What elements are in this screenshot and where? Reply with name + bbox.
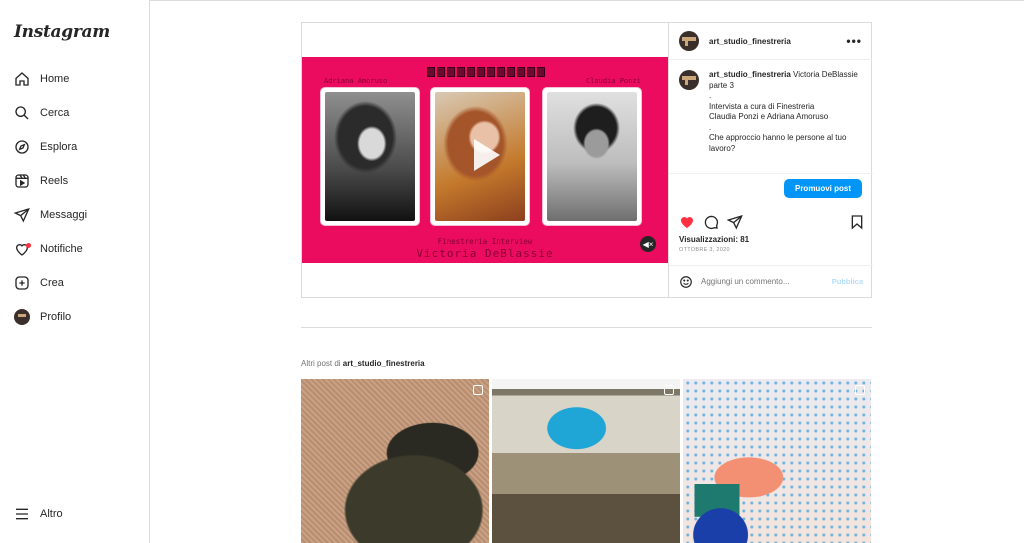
divider: [669, 173, 873, 174]
carousel-icon: [664, 385, 674, 395]
publish-button[interactable]: Pubblica: [832, 277, 863, 286]
top-divider: [150, 0, 1024, 1]
photo-left: [321, 88, 419, 225]
sidebar-item-home[interactable]: Home: [14, 68, 69, 90]
sidebar-item-more[interactable]: Altro: [14, 503, 63, 525]
title-bars: [427, 67, 545, 77]
home-icon: [15, 72, 29, 86]
caption-username[interactable]: art_studio_finestreria: [709, 70, 791, 79]
caption-text: art_studio_finestreria Victoria DeBlassi…: [709, 70, 865, 170]
bookmark-icon[interactable]: [849, 214, 865, 230]
series-label: Finestreria Interview: [437, 237, 533, 246]
more-horizontal-icon[interactable]: •••: [846, 34, 862, 48]
comment-input[interactable]: [701, 277, 811, 286]
caption-line: Intervista a cura di Finestreria: [709, 101, 815, 111]
comment-bar: Pubblica: [669, 265, 873, 297]
sidebar-item-label: Home: [40, 73, 70, 85]
mute-icon[interactable]: ◀×: [640, 236, 656, 252]
caption-line: parte 3: [709, 80, 734, 90]
sidebar-item-label: Crea: [40, 277, 64, 289]
caption-line: Claudia Ponzi e Adriana Amoruso: [709, 112, 829, 121]
avatar: [14, 309, 30, 325]
grid-post[interactable]: [492, 379, 680, 543]
post-panel: art_studio_finestreria ••• art_studio_fi…: [668, 23, 873, 297]
sidebar-item-reels[interactable]: Reels: [14, 170, 68, 192]
carousel-icon: [473, 385, 483, 395]
caption-line: Victoria DeBlassie: [790, 70, 858, 79]
caption-line: Che approccio hanno le persone al tuo la…: [709, 133, 847, 153]
sidebar-item-label: Reels: [40, 175, 69, 187]
post-caption: art_studio_finestreria Victoria DeBlassi…: [679, 70, 865, 170]
plus-square-icon: [15, 276, 29, 290]
search-icon: [15, 106, 29, 120]
views-count: Visualizzazioni: 81: [679, 235, 750, 244]
sidebar-item-label: Esplora: [40, 141, 78, 153]
sidebar-item-notifications[interactable]: Notifiche: [14, 238, 83, 260]
post-actions: [679, 213, 865, 231]
sidebar-item-label: Cerca: [40, 107, 70, 119]
like-heart-icon[interactable]: [679, 214, 695, 230]
carousel-icon: [855, 385, 865, 395]
more-posts-prefix: Altri post di: [301, 359, 343, 368]
photo-right: [543, 88, 641, 225]
post-media[interactable]: Adriana Amoruso Claudia Ponzi Finestreri…: [302, 23, 668, 297]
compass-icon: [15, 140, 29, 154]
more-posts-heading: Altri post di art_studio_finestreria: [301, 359, 425, 368]
grid-post[interactable]: [301, 379, 489, 543]
send-icon: [14, 207, 30, 223]
sidebar-item-label: Messaggi: [40, 209, 88, 221]
menu-icon: [16, 508, 28, 520]
right-name-label: Claudia Ponzi: [586, 77, 641, 85]
sidebar: Instagram Home Cerca Esplora Reels Messa…: [0, 0, 150, 543]
sidebar-item-label: Altro: [40, 508, 63, 520]
comment-icon[interactable]: [703, 214, 719, 230]
share-send-icon[interactable]: [727, 214, 743, 230]
instagram-logo[interactable]: Instagram: [14, 22, 110, 42]
sidebar-item-label: Notifiche: [40, 243, 83, 255]
promote-post-button[interactable]: Promuovi post: [784, 179, 862, 198]
sidebar-item-profile[interactable]: Profilo: [14, 306, 71, 328]
reels-icon: [15, 174, 29, 188]
left-name-label: Adriana Amoruso: [324, 77, 388, 85]
notification-dot: [26, 243, 31, 248]
emoji-icon[interactable]: [679, 275, 693, 289]
heart-icon: [14, 241, 31, 257]
avatar[interactable]: [679, 31, 699, 51]
avatar[interactable]: [679, 70, 699, 90]
more-posts-username[interactable]: art_studio_finestreria: [343, 359, 425, 368]
caption-line: .: [709, 91, 712, 100]
post-card: Adriana Amoruso Claudia Ponzi Finestreri…: [301, 22, 873, 298]
caption-line: .: [709, 122, 712, 132]
grid-post[interactable]: [683, 379, 871, 543]
sidebar-item-explore[interactable]: Esplora: [14, 136, 77, 158]
post-username[interactable]: art_studio_finestreria: [709, 37, 791, 46]
sidebar-item-label: Profilo: [40, 311, 72, 323]
play-icon[interactable]: [462, 133, 506, 177]
subject-label: Victoria DeBlassie: [416, 247, 554, 260]
sidebar-item-search[interactable]: Cerca: [14, 102, 69, 124]
section-divider: [301, 327, 872, 328]
sidebar-item-messages[interactable]: Messaggi: [14, 204, 87, 226]
post-header: art_studio_finestreria •••: [669, 23, 872, 60]
post-date[interactable]: OTTOBRE 3, 2020: [679, 247, 730, 253]
sidebar-item-create[interactable]: Crea: [14, 272, 64, 294]
